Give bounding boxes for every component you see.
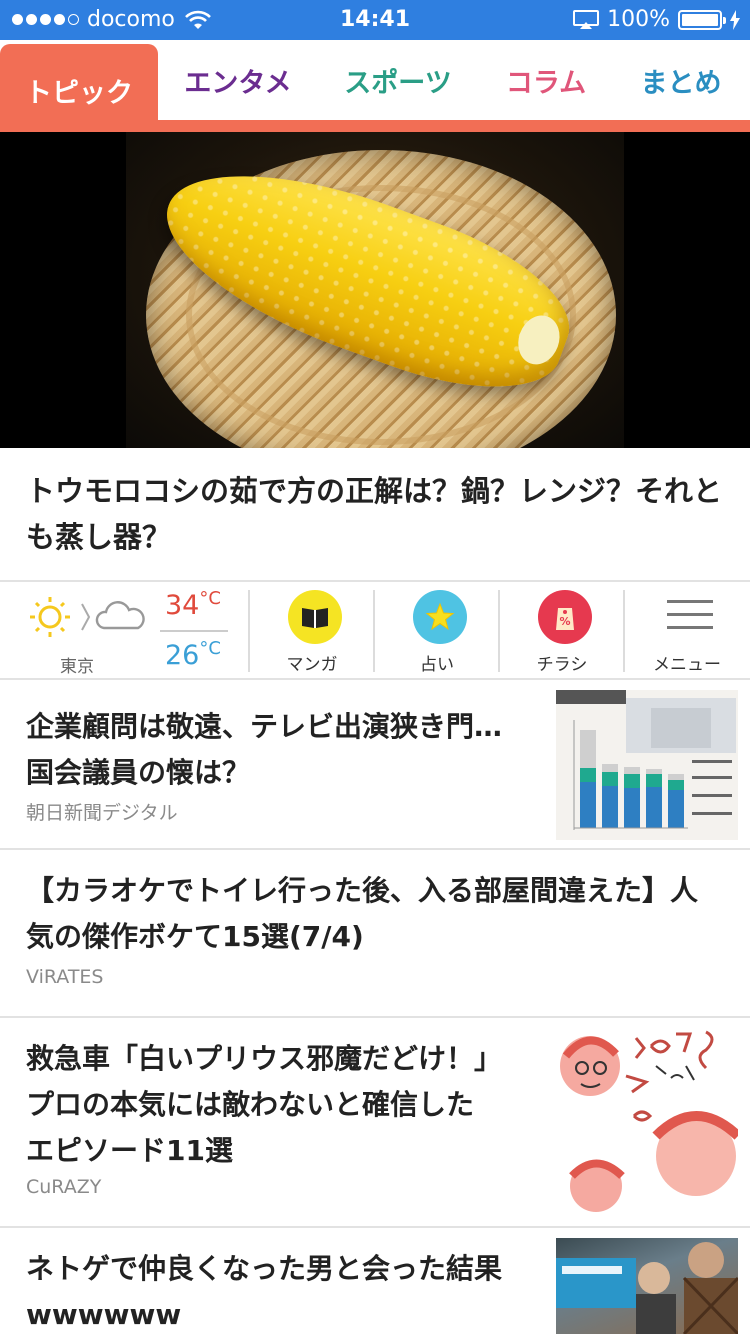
svg-text:%: % [559, 615, 570, 628]
menu-button[interactable]: メニュー [625, 582, 749, 680]
article-item[interactable]: 救急車「白いプリウス邪魔だどけ！」 プロの本気には敵わないと確信した エピソード… [0, 1018, 750, 1228]
article-title: 企業顧問は敬遠、テレビ出演狭き門… 国会議員の懐は？ [26, 710, 503, 789]
menu-label: メニュー [653, 655, 721, 675]
battery-icon [678, 9, 726, 30]
flyer-button[interactable]: % チラシ [500, 582, 624, 680]
tab-matome[interactable]: まとめ [625, 40, 737, 120]
screen-mirroring-icon [573, 9, 600, 29]
temperature-high: 34°C [165, 588, 221, 621]
hero-headline[interactable]: トウモロコシの茹で方の正解は？鍋？レンジ？それとも蒸し器？ [26, 468, 726, 560]
flyer-label: チラシ [536, 655, 588, 675]
category-tab-bar: トピック エンタメ スポーツ コラム まとめ [0, 40, 750, 136]
manga-button[interactable]: マンガ [250, 582, 374, 680]
article-source: CuRAZY [26, 1176, 102, 1198]
charging-bolt-icon [730, 9, 740, 30]
weather-city: 東京 [60, 657, 94, 677]
battery-percent: 100% [607, 7, 670, 32]
article-title: 救急車「白いプリウス邪魔だどけ！」 プロの本気には敵わないと確信した エピソード… [26, 1042, 503, 1167]
tab-entertainment[interactable]: エンタメ [170, 40, 306, 120]
star-icon [413, 590, 467, 644]
corn-photo [126, 132, 624, 448]
income-chart-thumbnail [556, 690, 738, 840]
hamburger-menu-icon [667, 600, 713, 632]
article-item[interactable]: ネトゲで仲良くなった男と会った結果 wwwwww [0, 1228, 750, 1334]
temperature-low: 26°C [165, 638, 221, 671]
fortune-button[interactable]: 占い [375, 582, 499, 680]
status-bar: docomo 14:41 100% [0, 0, 750, 40]
hero-banner[interactable] [0, 132, 750, 448]
article-source: ViRATES [26, 966, 104, 988]
fortune-label: 占い [420, 655, 454, 675]
article-source: 朝日新聞デジタル [26, 802, 178, 824]
widget-row: 東京 34°C 26°C マンガ 占い % チラシ メニュー [0, 580, 750, 680]
article-item[interactable]: 企業顧問は敬遠、テレビ出演狭き門… 国会議員の懐は？ 朝日新聞デジタル [0, 682, 750, 850]
price-tag-icon: % [538, 590, 592, 644]
people-photo-thumbnail [556, 1238, 738, 1334]
sunny-then-cloudy-icon [30, 597, 145, 637]
weather-widget[interactable]: 東京 34°C 26°C [0, 582, 248, 680]
manga-label: マンガ [286, 655, 338, 675]
manga-thumbnail [556, 1026, 738, 1216]
book-icon [288, 590, 342, 644]
article-title: ネトゲで仲良くなった男と会った結果 wwwwww [26, 1252, 503, 1331]
tab-column[interactable]: コラム [490, 40, 602, 120]
tab-topic[interactable]: トピック [0, 44, 158, 136]
article-title: 【カラオケでトイレ行った後、入る部屋間違えた】人 気の傑作ボケて15選(7/4) [26, 874, 699, 953]
tab-sports[interactable]: スポーツ [330, 40, 466, 120]
article-item[interactable]: 【カラオケでトイレ行った後、入る部屋間違えた】人 気の傑作ボケて15選(7/4)… [0, 850, 750, 1018]
